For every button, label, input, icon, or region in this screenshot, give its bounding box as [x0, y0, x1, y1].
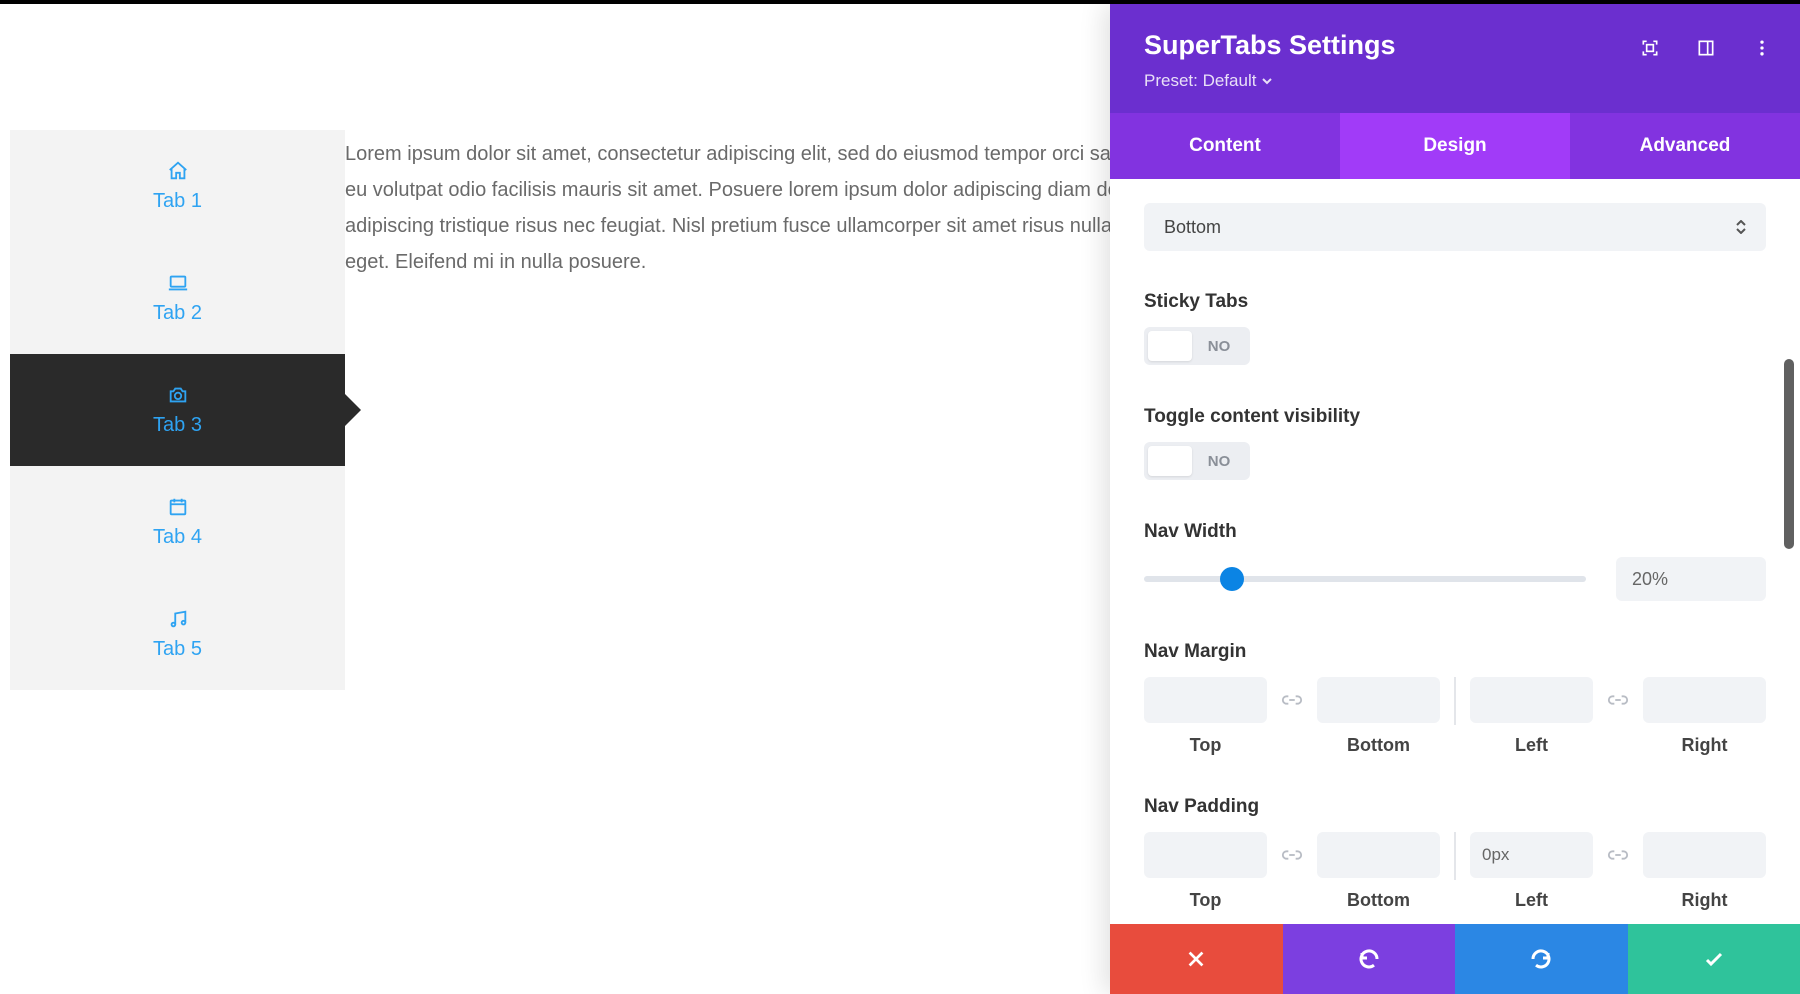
position-select[interactable]: Bottom: [1144, 203, 1766, 251]
tabs-nav: Tab 1 Tab 2 Tab 3 Tab 4 Tab 5: [10, 130, 345, 690]
nav-width-value-input[interactable]: 20%: [1616, 557, 1766, 601]
spacing-separator: [1454, 832, 1456, 880]
preset-dropdown[interactable]: Preset: Default: [1144, 71, 1272, 91]
slider-thumb[interactable]: [1220, 567, 1244, 591]
caption-bottom: Bottom: [1347, 735, 1410, 756]
tab-content-text: Lorem ipsum dolor sit amet, consectetur …: [345, 136, 1165, 280]
link-icon[interactable]: [1281, 689, 1303, 711]
caption-left: Left: [1515, 735, 1548, 756]
nav-margin-left-input[interactable]: [1470, 677, 1593, 723]
link-icon[interactable]: [1607, 844, 1629, 866]
music-icon: [167, 608, 189, 630]
link-icon[interactable]: [1281, 844, 1303, 866]
tab-item-5[interactable]: Tab 5: [10, 578, 345, 690]
nav-margin-right-input[interactable]: [1643, 677, 1766, 723]
redo-icon: [1529, 947, 1553, 971]
toggle-knob: [1148, 446, 1192, 476]
nav-margin-bottom-input[interactable]: [1317, 677, 1440, 723]
caption-right: Right: [1682, 890, 1728, 911]
undo-icon: [1357, 947, 1381, 971]
panel-tab-design[interactable]: Design: [1340, 113, 1570, 179]
caption-top: Top: [1190, 735, 1222, 756]
save-button[interactable]: [1628, 924, 1800, 994]
calendar-icon: [167, 496, 189, 518]
nav-padding-bottom-input[interactable]: [1317, 832, 1440, 878]
undo-button[interactable]: [1283, 924, 1456, 994]
nav-padding-right-input[interactable]: [1643, 832, 1766, 878]
toggle-visibility-label: Toggle content visibility: [1144, 406, 1766, 428]
home-icon: [167, 160, 189, 182]
caption-bottom: Bottom: [1347, 890, 1410, 911]
toggle-state: NO: [1192, 338, 1246, 355]
caption-left: Left: [1515, 890, 1548, 911]
settings-panel: SuperTabs Settings Preset: Default Conte…: [1110, 4, 1800, 994]
nav-padding-group: Nav Padding Top Bottom: [1144, 796, 1766, 911]
header-actions: [1640, 38, 1772, 58]
sticky-tabs-toggle[interactable]: NO: [1144, 327, 1250, 365]
tab-label: Tab 5: [153, 638, 202, 661]
expand-icon[interactable]: [1640, 38, 1660, 58]
panel-header: SuperTabs Settings Preset: Default: [1110, 4, 1800, 113]
spacing-separator: [1454, 677, 1456, 725]
caption-top: Top: [1190, 890, 1222, 911]
panel-tabs: Content Design Advanced: [1110, 113, 1800, 179]
toggle-state: NO: [1192, 453, 1246, 470]
more-icon[interactable]: [1752, 38, 1772, 58]
panel-footer: [1110, 924, 1800, 994]
nav-margin-group: Nav Margin Top Bottom: [1144, 641, 1766, 756]
caption-right: Right: [1682, 735, 1728, 756]
position-select-value: Bottom: [1164, 217, 1221, 238]
cancel-button[interactable]: [1110, 924, 1283, 994]
sticky-tabs-label: Sticky Tabs: [1144, 291, 1766, 313]
tab-label: Tab 3: [153, 414, 202, 437]
tab-label: Tab 2: [153, 302, 202, 325]
nav-margin-label: Nav Margin: [1144, 641, 1766, 663]
tab-item-2[interactable]: Tab 2: [10, 242, 345, 354]
toggle-knob: [1148, 331, 1192, 361]
sticky-tabs-group: Sticky Tabs NO: [1144, 291, 1766, 366]
nav-margin-top-input[interactable]: [1144, 677, 1267, 723]
check-icon: [1702, 947, 1726, 971]
nav-width-label: Nav Width: [1144, 521, 1766, 543]
toggle-visibility-group: Toggle content visibility NO: [1144, 406, 1766, 481]
panel-body: Bottom Sticky Tabs NO Toggle content vis…: [1110, 179, 1800, 924]
toggle-visibility-toggle[interactable]: NO: [1144, 442, 1250, 480]
camera-icon: [167, 384, 189, 406]
chevron-down-icon: [1262, 76, 1272, 86]
panel-tab-advanced[interactable]: Advanced: [1570, 113, 1800, 179]
laptop-icon: [167, 272, 189, 294]
scrollbar[interactable]: [1784, 359, 1794, 549]
redo-button[interactable]: [1455, 924, 1628, 994]
tab-label: Tab 1: [153, 190, 202, 213]
nav-padding-top-input[interactable]: [1144, 832, 1267, 878]
tab-item-3[interactable]: Tab 3: [10, 354, 345, 466]
preset-label: Preset: Default: [1144, 71, 1256, 91]
nav-width-slider[interactable]: [1144, 576, 1586, 582]
tab-item-1[interactable]: Tab 1: [10, 130, 345, 242]
link-icon[interactable]: [1607, 689, 1629, 711]
close-icon: [1185, 948, 1207, 970]
nav-padding-left-input[interactable]: 0px: [1470, 832, 1593, 878]
tab-item-4[interactable]: Tab 4: [10, 466, 345, 578]
panel-tab-content[interactable]: Content: [1110, 113, 1340, 179]
select-caret-icon: [1736, 220, 1746, 234]
nav-padding-label: Nav Padding: [1144, 796, 1766, 818]
panel-layout-icon[interactable]: [1696, 38, 1716, 58]
nav-width-group: Nav Width 20%: [1144, 521, 1766, 601]
tab-label: Tab 4: [153, 526, 202, 549]
